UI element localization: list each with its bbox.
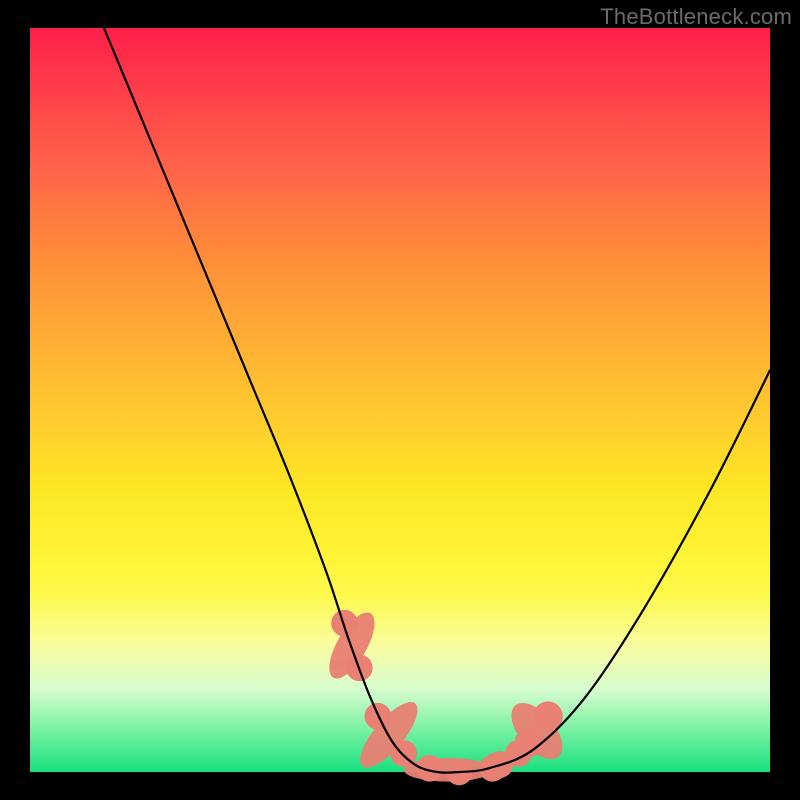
chart-svg xyxy=(30,28,770,772)
chart-plot-area xyxy=(30,28,770,772)
marker-group xyxy=(320,606,572,785)
bottleneck-curve-path xyxy=(104,28,770,773)
chart-frame: TheBottleneck.com xyxy=(0,0,800,800)
curve-marker-dot xyxy=(331,610,358,637)
watermark-text: TheBottleneck.com xyxy=(600,4,792,30)
